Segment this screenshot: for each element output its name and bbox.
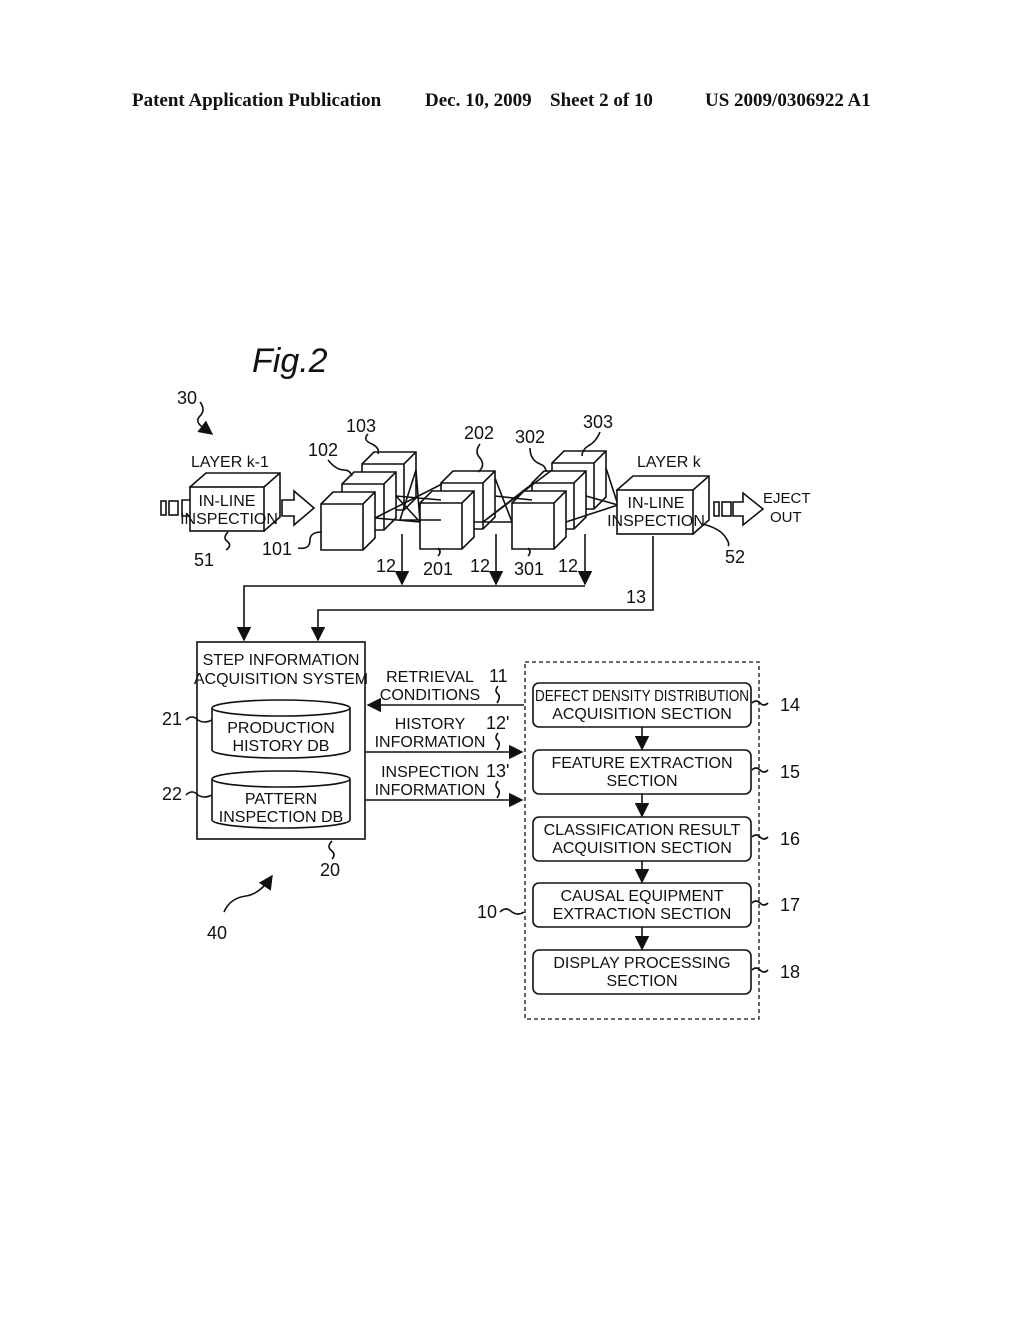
pattern-inspection-db-icon: PATTERN INSPECTION DB	[211, 770, 351, 829]
defect-density-distribution-section-line2: ACQUISITION SECTION	[552, 706, 732, 723]
feature-extraction-section: FEATURE EXTRACTIONSECTION 15	[532, 749, 800, 818]
ref-201: 201	[423, 559, 453, 579]
ref-10-label: 10	[477, 902, 497, 922]
step-information-bus: 12 12 12 13	[236, 534, 654, 642]
ref-40-arrow	[223, 874, 273, 913]
system-title-line1: STEP INFORMATION	[203, 652, 360, 669]
eject-line1: EJECT	[763, 490, 811, 507]
ref-13: 13	[626, 587, 646, 607]
svg-text:INFORMATION: INFORMATION	[375, 782, 486, 799]
db1-line2: HISTORY DB	[233, 738, 330, 755]
ref-12-b: 12	[470, 556, 490, 576]
signal-history-information: HISTORY INFORMATION 12'	[365, 713, 524, 760]
db2-line2: INSPECTION DB	[219, 809, 343, 826]
svg-text:INSPECTION: INSPECTION	[381, 764, 479, 781]
ref-202: 202	[464, 423, 494, 443]
svg-text:HISTORY: HISTORY	[395, 716, 466, 733]
db1-line1: PRODUCTION	[227, 720, 335, 737]
ref-302: 302	[515, 427, 545, 447]
signal-retrieval-conditions: RETRIEVAL CONDITIONS 11	[366, 666, 524, 713]
feature-extraction-section-ref: 15	[780, 762, 800, 782]
causal-equipment-extraction-section-ref: 17	[780, 895, 800, 915]
ref-30-arrow	[196, 401, 214, 435]
display-processing-section-line2: SECTION	[606, 973, 677, 990]
ref-12-c: 12	[558, 556, 578, 576]
svg-text:RETRIEVAL: RETRIEVAL	[386, 669, 474, 686]
display-processing-section-ref: 18	[780, 962, 800, 982]
ref-22-label: 22	[162, 784, 182, 804]
defect-density-distribution-section: DEFECT DENSITY DISTRIBUTIONACQUISITION S…	[532, 682, 800, 751]
ref-20-label: 20	[320, 860, 340, 880]
inspection-next-line1: IN-LINE	[628, 495, 685, 512]
eject-line2: OUT	[770, 509, 802, 526]
db2-line1: PATTERN	[245, 791, 317, 808]
classification-result-section-ref: 16	[780, 829, 800, 849]
inspection-prev-line1: IN-LINE	[199, 493, 256, 510]
ref-102: 102	[308, 440, 338, 460]
inline-inspection-next: IN-LINE INSPECTION	[607, 475, 710, 535]
classification-result-section: CLASSIFICATION RESULTACQUISITION SECTION…	[532, 816, 800, 884]
ref-12-a: 12	[376, 556, 396, 576]
ref-40-label: 40	[207, 923, 227, 943]
ref-52-label: 52	[725, 547, 745, 567]
inline-inspection-prev: IN-LINE INSPECTION	[180, 472, 281, 532]
classification-result-section-line2: ACQUISITION SECTION	[552, 840, 732, 857]
inspection-next-line2: INSPECTION	[607, 513, 705, 530]
causal-equipment-extraction-section-line1: CAUSAL EQUIPMENT	[561, 888, 724, 905]
eject-arrow-icon	[732, 491, 765, 527]
causal-equipment-extraction-section-line2: EXTRACTION SECTION	[553, 906, 732, 923]
layer-next-label: LAYER k	[637, 454, 702, 471]
svg-text:CONDITIONS: CONDITIONS	[380, 687, 480, 704]
feature-extraction-section-line1: FEATURE EXTRACTION	[551, 755, 732, 772]
layer-prev-label: LAYER k-1	[191, 454, 269, 471]
ref-51-label: 51	[194, 550, 214, 570]
system-title-line2: ACQUISITION SYSTEM	[194, 671, 368, 688]
defect-density-distribution-section-ref: 14	[780, 695, 800, 715]
display-processing-section-line1: DISPLAY PROCESSING	[553, 955, 730, 972]
svg-text:13': 13'	[486, 761, 509, 781]
ref-30-label: 30	[177, 388, 197, 408]
signal-inspection-information: INSPECTION INFORMATION 13'	[365, 761, 524, 808]
ref-21-label: 21	[162, 709, 182, 729]
ref-301: 301	[514, 559, 544, 579]
svg-text:INFORMATION: INFORMATION	[375, 734, 486, 751]
ref-103: 103	[346, 416, 376, 436]
defect-density-distribution-section-line1: DEFECT DENSITY DISTRIBUTION	[535, 688, 749, 705]
wafer-output-icon	[713, 501, 732, 517]
production-history-db-icon: PRODUCTION HISTORY DB	[211, 699, 351, 759]
display-processing-section: DISPLAY PROCESSINGSECTION 18	[532, 949, 800, 995]
equipment-group-2	[419, 470, 496, 550]
svg-text:12': 12'	[486, 713, 509, 733]
step-information-acquisition-system: STEP INFORMATION ACQUISITION SYSTEM PROD…	[194, 641, 368, 840]
feature-extraction-section-line2: SECTION	[606, 773, 677, 790]
inspection-prev-line2: INSPECTION	[180, 511, 278, 528]
classification-result-section-line1: CLASSIFICATION RESULT	[544, 822, 741, 839]
figure-diagram: Fig.2 30 LAYER k-1 IN-LINE INSPECTION 51…	[160, 342, 811, 1020]
figure-title: Fig.2	[252, 342, 328, 380]
svg-text:11: 11	[489, 666, 508, 686]
causal-equipment-extraction-section: CAUSAL EQUIPMENTEXTRACTION SECTION 17	[532, 882, 800, 951]
ref-101: 101	[262, 539, 292, 559]
ref-303: 303	[583, 412, 613, 432]
flow-arrow-icon	[281, 489, 316, 527]
